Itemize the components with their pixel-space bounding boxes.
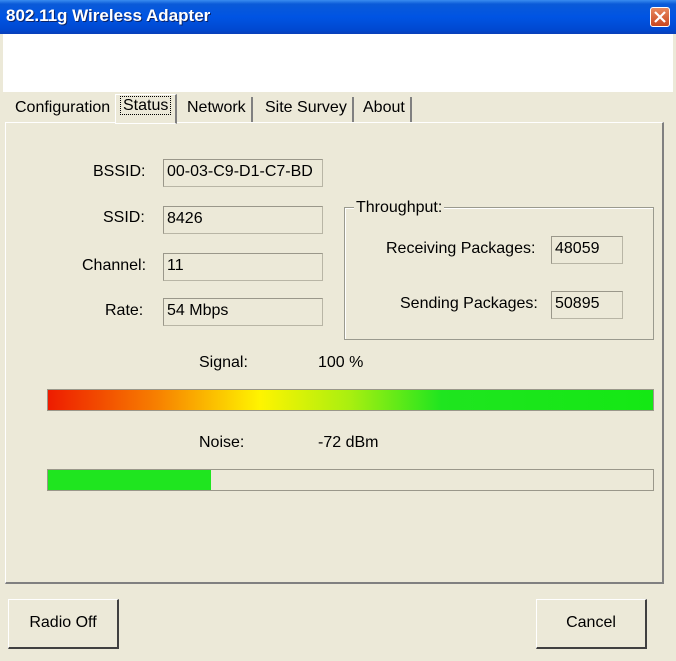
throughput-legend: Throughput: <box>354 199 445 217</box>
tab-label: Network <box>187 99 246 116</box>
tab-configuration[interactable]: Configuration <box>10 97 118 123</box>
signal-bar-fill <box>48 390 653 410</box>
ssid-field: 8426 <box>163 206 323 234</box>
sending-packages-field: 50895 <box>551 291 623 319</box>
bssid-label: BSSID: <box>93 163 146 180</box>
close-button[interactable] <box>650 7 670 27</box>
tab-site-survey[interactable]: Site Survey <box>260 97 354 123</box>
sending-packages-label: Sending Packages: <box>400 295 538 312</box>
signal-value: 100 % <box>318 354 364 371</box>
throughput-group <box>344 207 654 340</box>
window-title: 802.11g Wireless Adapter <box>6 6 211 25</box>
banner-area <box>3 34 673 92</box>
noise-bar-fill <box>48 470 212 490</box>
rate-label: Rate: <box>105 302 144 319</box>
title-bar: 802.11g Wireless Adapter <box>0 0 676 34</box>
noise-label: Noise: <box>199 434 245 451</box>
tab-label: Configuration <box>15 99 111 116</box>
bssid-field: 00-03-C9-D1-C7-BD <box>163 159 323 187</box>
cancel-button[interactable]: Cancel <box>536 599 647 649</box>
tab-status[interactable]: Status <box>115 94 178 124</box>
noise-value: -72 dBm <box>318 434 379 451</box>
noise-bar <box>47 469 654 491</box>
tab-label: About <box>363 99 405 116</box>
ssid-label: SSID: <box>103 209 145 226</box>
channel-field: 11 <box>163 253 323 281</box>
tab-label: Site Survey <box>265 99 347 116</box>
channel-label: Channel: <box>82 257 147 274</box>
signal-label: Signal: <box>199 354 248 371</box>
rate-field: 54 Mbps <box>163 298 323 326</box>
tab-label: Status <box>119 96 172 115</box>
receiving-packages-field: 48059 <box>551 236 623 264</box>
status-panel <box>5 122 664 584</box>
close-icon <box>654 11 666 23</box>
tab-network[interactable]: Network <box>182 97 253 123</box>
receiving-packages-label: Receiving Packages: <box>386 240 536 257</box>
radio-off-button[interactable]: Radio Off <box>8 599 119 649</box>
signal-bar <box>47 389 654 411</box>
tab-about[interactable]: About <box>358 97 412 123</box>
